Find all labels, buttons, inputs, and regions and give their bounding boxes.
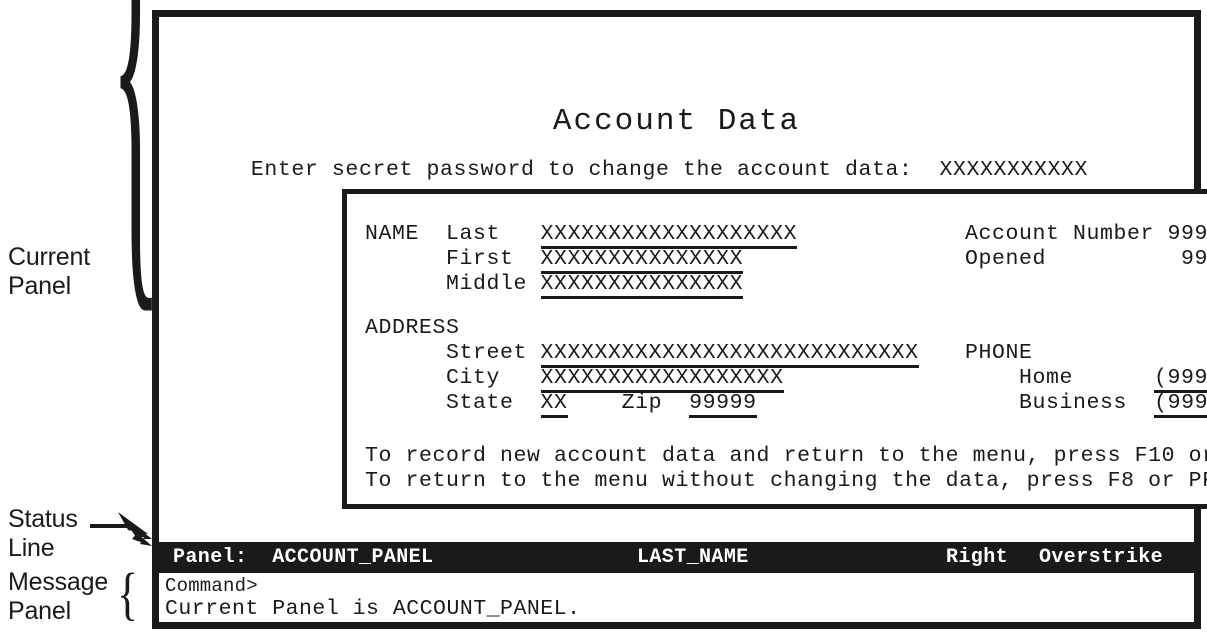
- status-panel-name: ACCOUNT_PANEL: [272, 546, 434, 569]
- name-first-label: First: [446, 247, 514, 271]
- command-prompt[interactable]: Command>: [165, 575, 258, 597]
- address-state-input[interactable]: XX: [540, 391, 568, 418]
- address-street-input[interactable]: XXXXXXXXXXXXXXXXXXXXXXXXXXXX: [540, 341, 919, 368]
- account-number-value: 99999: [1167, 222, 1207, 246]
- message-text: Current Panel is ACCOUNT_PANEL.: [165, 597, 581, 621]
- screenshot-root: Current Panel Status Line Message Panel …: [0, 0, 1207, 637]
- name-last-label: Last: [446, 222, 501, 246]
- phone-business-input[interactable]: (999)999-9999: [1154, 391, 1207, 418]
- name-middle-row: Middle XXXXXXXXXXXXXXX: [365, 272, 744, 299]
- address-state-label: State: [446, 391, 514, 415]
- page-title: Account Data: [552, 104, 801, 139]
- status-insert-mode: Overstrike: [1039, 546, 1164, 569]
- address-street-row: Street XXXXXXXXXXXXXXXXXXXXXXXXXXXX: [365, 341, 919, 368]
- address-state-row: State XX Zip 99999: [365, 391, 757, 418]
- status-line: Panel: ACCOUNT_PANEL LAST_NAME Right Ove…: [159, 542, 1194, 573]
- annotation-current-panel: Current Panel: [8, 243, 90, 300]
- annotation-status-line: Status Line: [8, 505, 78, 562]
- name-last-row: NAME Last XXXXXXXXXXXXXXXXXXX: [365, 222, 798, 249]
- address-city-row: City XXXXXXXXXXXXXXXXXX: [365, 366, 784, 393]
- phone-group-label: PHONE: [965, 341, 1033, 365]
- status-field-name: LAST_NAME: [637, 546, 749, 569]
- message-panel: Command> Current Panel is ACCOUNT_PANEL.: [159, 573, 1194, 622]
- address-zip-input[interactable]: 99999: [689, 391, 757, 418]
- brace-message-panel-icon: {: [117, 560, 139, 626]
- password-prompt-row: Enter secret password to change the acco…: [159, 158, 1180, 182]
- account-number-label: Account Number: [965, 222, 1155, 246]
- annotation-message-panel: Message Panel: [8, 568, 109, 625]
- terminal-window: Account Data Enter secret password to ch…: [152, 10, 1207, 629]
- status-panel-label: Panel:: [173, 546, 248, 569]
- account-opened-row: Opened 99/99/9999: [965, 247, 1207, 272]
- name-last-input[interactable]: XXXXXXXXXXXXXXXXXXX: [540, 222, 798, 249]
- phone-home-row: Home (999)999-9999: [965, 366, 1207, 393]
- terminal-screen: Account Data Enter secret password to ch…: [159, 17, 1207, 622]
- name-middle-label: Middle: [446, 272, 528, 296]
- phone-home-input[interactable]: (999)999-9999: [1154, 366, 1207, 393]
- account-number-row: Account Number 99999: [965, 222, 1207, 247]
- name-group-label: NAME: [365, 222, 420, 246]
- address-city-input[interactable]: XXXXXXXXXXXXXXXXXX: [540, 366, 784, 393]
- password-input[interactable]: XXXXXXXXXXX: [940, 158, 1089, 182]
- instruction-line-1: To record new account data and return to…: [365, 444, 1207, 468]
- address-zip-label: Zip: [621, 391, 663, 415]
- account-opened-label: Opened: [965, 247, 1047, 271]
- phone-home-label: Home: [1019, 366, 1074, 390]
- name-first-input[interactable]: XXXXXXXXXXXXXXX: [540, 247, 744, 274]
- phone-business-label: Business: [1019, 391, 1128, 415]
- status-justify-mode: Right: [946, 546, 1009, 569]
- name-first-row: First XXXXXXXXXXXXXXX: [365, 247, 744, 274]
- phone-business-row: Business (999)999-9999: [965, 391, 1207, 418]
- account-data-box: NAME Last XXXXXXXXXXXXXXXXXXX First XXXX…: [342, 189, 1207, 509]
- address-city-label: City: [446, 366, 501, 390]
- address-street-label: Street: [446, 341, 528, 365]
- account-opened-value: 99/99/9999: [1181, 247, 1207, 271]
- instruction-line-2: To return to the menu without changing t…: [365, 469, 1207, 493]
- address-group-label: ADDRESS: [365, 316, 460, 340]
- password-prompt-label: Enter secret password to change the acco…: [250, 158, 940, 182]
- status-panel-segment: Panel: ACCOUNT_PANEL: [173, 546, 433, 569]
- name-middle-input[interactable]: XXXXXXXXXXXXXXX: [540, 272, 744, 299]
